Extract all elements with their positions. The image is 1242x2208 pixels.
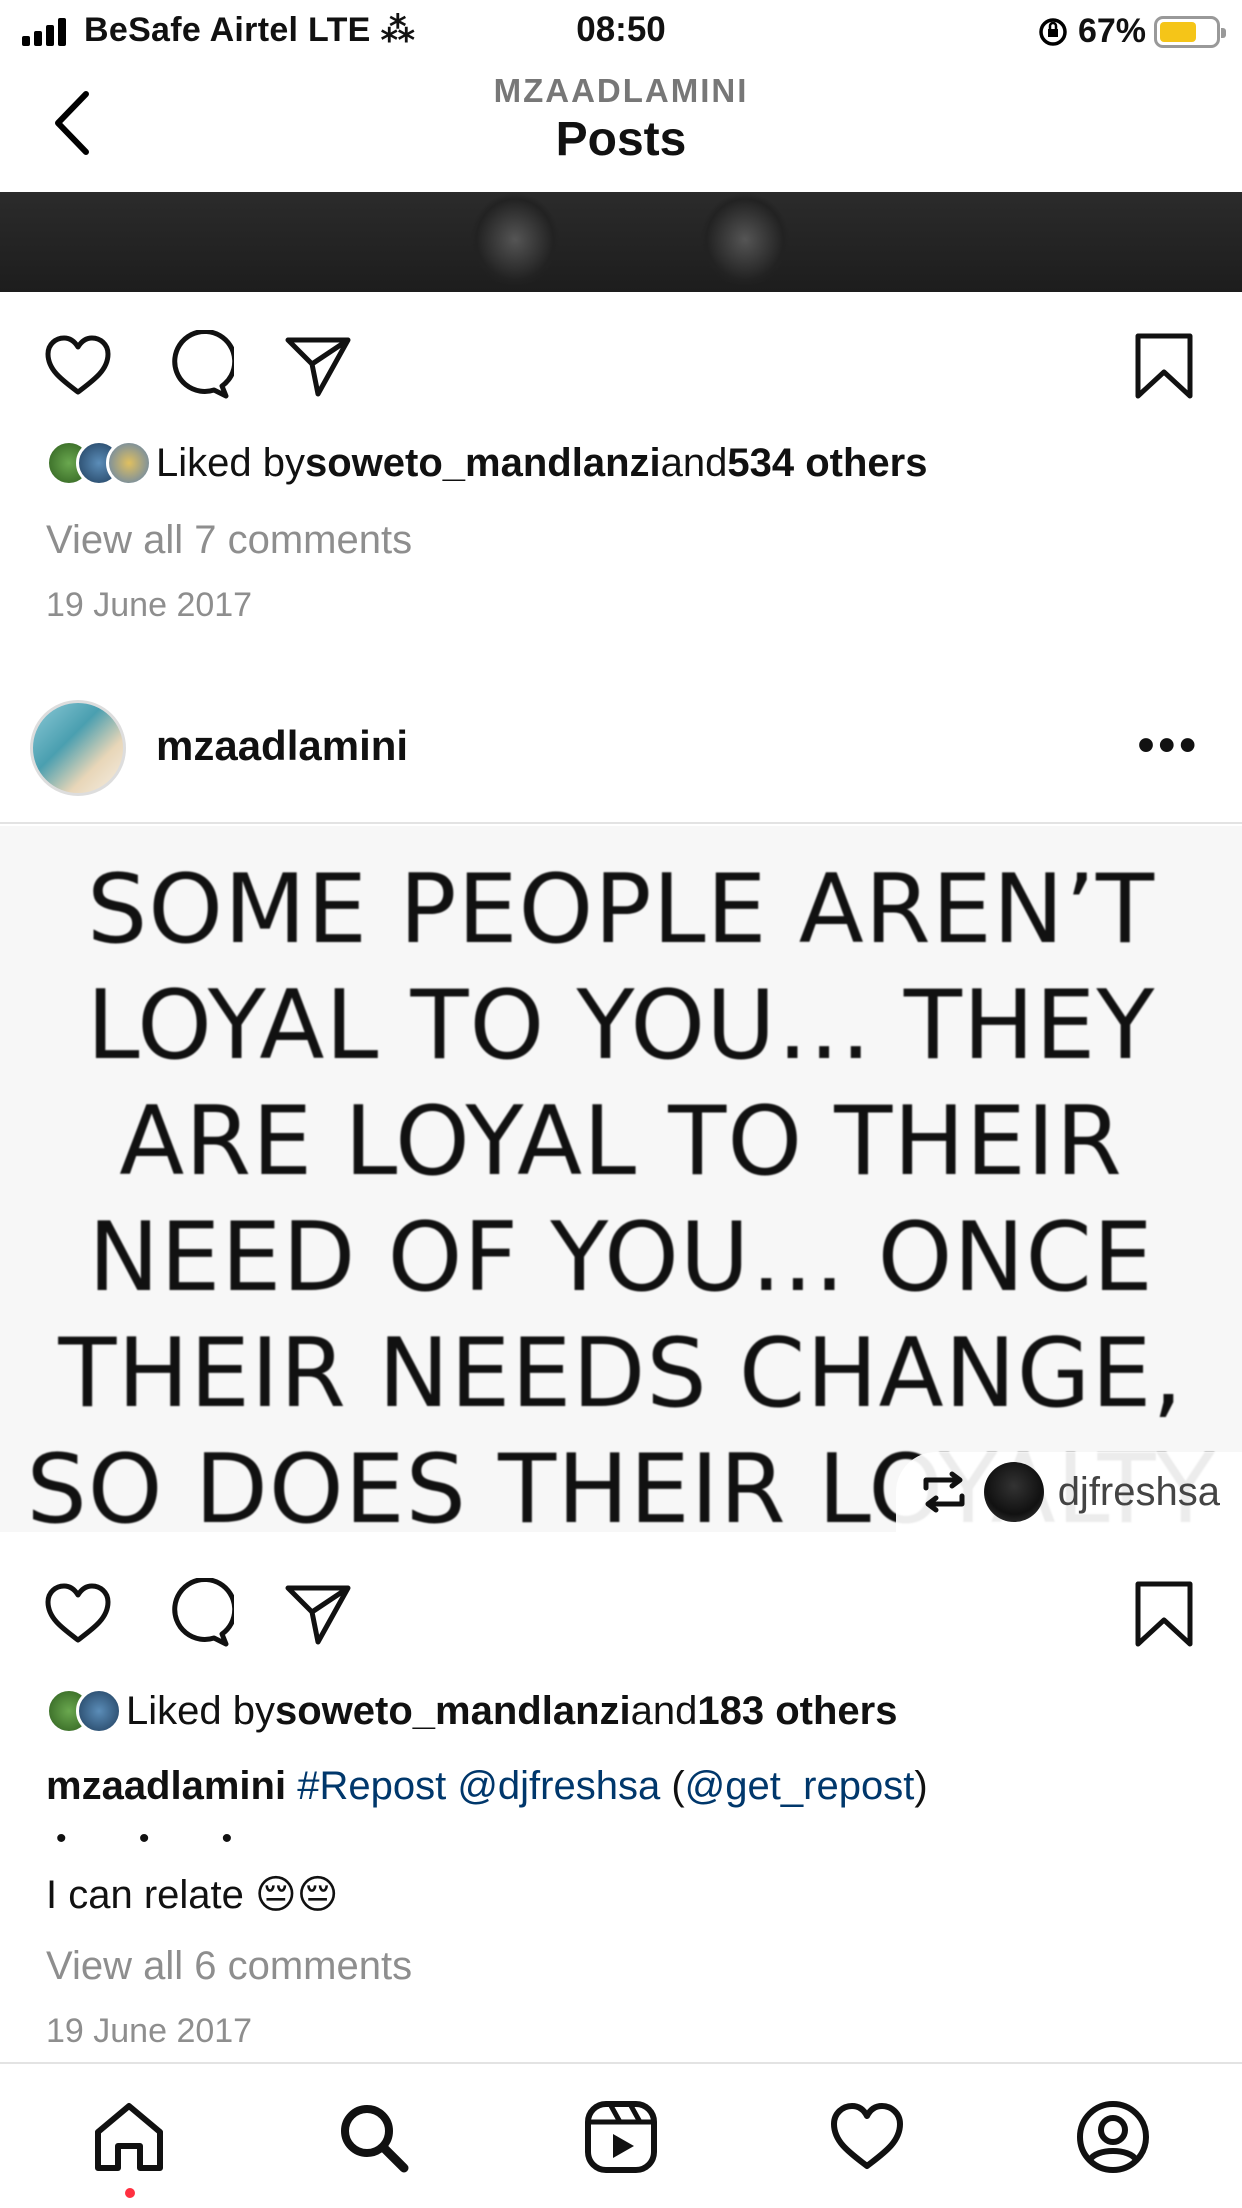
notification-dot — [125, 2188, 135, 2198]
repost-username: djfreshsa — [1057, 1469, 1220, 1514]
home-icon[interactable] — [90, 2098, 168, 2176]
quote-line: NEED OF YOU… ONCE — [88, 1203, 1154, 1313]
post-date: 19 June 2017 — [46, 586, 253, 624]
view-comments-link[interactable]: View all 7 comments — [46, 518, 412, 563]
comment-icon[interactable] — [162, 1576, 238, 1650]
post1-likes[interactable]: Liked by soweto_mandlanzi and 534 others — [46, 440, 927, 486]
post2-header: mzaadlamini ••• — [0, 690, 1242, 824]
reels-icon[interactable] — [582, 2098, 660, 2176]
caption-mention[interactable]: @get_repost — [685, 1764, 915, 1808]
caption-mention[interactable]: @djfreshsa — [457, 1764, 660, 1808]
top-header: MZAADLAMINI Posts — [0, 62, 1242, 192]
header-username: MZAADLAMINI — [493, 72, 749, 109]
more-options-icon[interactable]: ••• — [1138, 718, 1200, 773]
post-date: 19 June 2017 — [46, 2012, 253, 2050]
bookmark-icon[interactable] — [1128, 1578, 1200, 1650]
caption-paren-close: ) — [914, 1764, 928, 1808]
avatar — [76, 1688, 122, 1734]
post2-image[interactable]: SOME PEOPLE AREN’T LOYAL TO YOU… THEY AR… — [0, 826, 1242, 1532]
post2-likes[interactable]: Liked by soweto_mandlanzi and 183 others — [46, 1688, 897, 1734]
post-username[interactable]: mzaadlamini — [156, 722, 408, 770]
bottom-nav — [0, 2062, 1242, 2208]
activity-icon[interactable] — [828, 2098, 906, 2176]
repost-badge[interactable]: djfreshsa — [895, 1452, 1242, 1532]
bookmark-icon[interactable] — [1128, 330, 1200, 402]
orientation-lock-icon — [1039, 17, 1067, 46]
like-icon[interactable] — [42, 330, 114, 402]
profile-icon[interactable] — [1074, 2098, 1152, 2176]
caption-dots: • • • — [56, 1822, 265, 1855]
caption-username[interactable]: mzaadlamini — [46, 1764, 286, 1808]
quote-text: SOME PEOPLE AREN’T LOYAL TO YOU… THEY AR… — [0, 852, 1242, 1532]
search-icon[interactable] — [334, 2098, 412, 2176]
quote-line: LOYAL TO YOU… THEY — [86, 971, 1156, 1081]
post2-actions — [0, 1566, 1242, 1656]
previous-post-image[interactable] — [0, 192, 1242, 292]
battery-percent: 67% — [1077, 12, 1146, 50]
quote-line: ARE LOYAL TO THEIR — [119, 1087, 1123, 1197]
liker-avatars — [46, 1688, 122, 1734]
liker-avatars — [46, 440, 152, 486]
avatar — [983, 1462, 1044, 1522]
liked-by-user[interactable]: soweto_mandlanzi — [275, 1689, 631, 1734]
view-comments-link[interactable]: View all 6 comments — [46, 1944, 412, 1989]
share-icon[interactable] — [282, 330, 354, 402]
liked-by-user[interactable]: soweto_mandlanzi — [305, 441, 661, 486]
liked-by-others[interactable]: 534 others — [727, 441, 927, 486]
liked-by-prefix: Liked by — [126, 1688, 275, 1733]
comment-icon[interactable] — [162, 328, 238, 402]
caption-paren-open: ( — [660, 1764, 685, 1808]
battery-status: 67% — [1036, 12, 1226, 51]
page-title: Posts — [555, 113, 687, 166]
quote-line: THEIR NEEDS CHANGE, — [58, 1319, 1184, 1429]
caption-text: I can relate 😔😔 — [46, 1873, 339, 1917]
post-caption: mzaadlamini #Repost @djfreshsa (@get_rep… — [46, 1764, 928, 1809]
post1-actions — [0, 318, 1242, 408]
battery-icon — [1154, 15, 1226, 48]
liked-by-prefix: Liked by — [156, 440, 305, 485]
liked-by-and: and — [660, 440, 728, 485]
status-bar: BeSafe Airtel LTE ⁂ 08:50 67% — [0, 0, 1242, 62]
liked-by-others[interactable]: 183 others — [697, 1689, 897, 1734]
quote-line: SOME PEOPLE AREN’T — [86, 855, 1156, 965]
avatar[interactable] — [30, 700, 126, 796]
like-icon[interactable] — [42, 1578, 114, 1650]
liked-by-and: and — [630, 1688, 698, 1733]
caption-hashtag[interactable]: #Repost — [297, 1764, 446, 1808]
avatar — [106, 440, 152, 486]
repost-icon — [923, 1471, 965, 1513]
share-icon[interactable] — [282, 1578, 354, 1650]
